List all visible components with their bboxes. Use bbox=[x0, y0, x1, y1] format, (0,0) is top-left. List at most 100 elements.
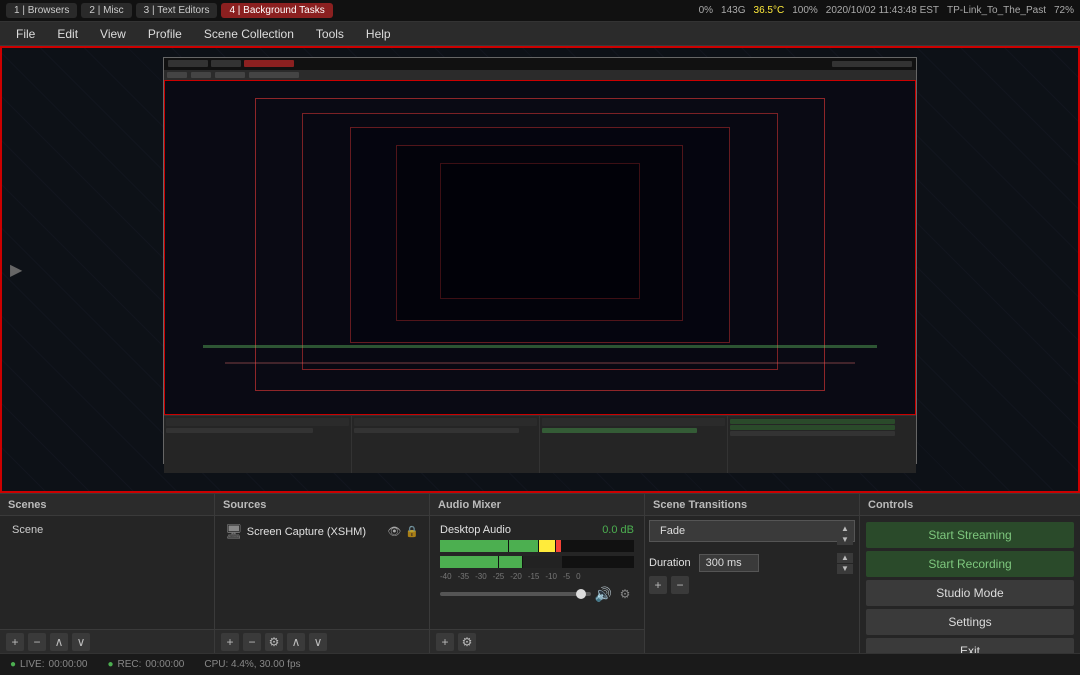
duration-down-button[interactable]: ▼ bbox=[837, 564, 853, 574]
mini-m1 bbox=[167, 72, 187, 78]
scene-item-1[interactable]: Scene bbox=[4, 520, 210, 540]
tab-browsers[interactable]: 1 | Browsers bbox=[6, 3, 77, 18]
meter-label-5: -5 bbox=[563, 572, 570, 581]
meter-label-40: -40 bbox=[440, 572, 452, 581]
start-recording-button[interactable]: Start Recording bbox=[866, 551, 1074, 577]
tab-text-editors[interactable]: 3 | Text Editors bbox=[136, 3, 218, 18]
mini-sources-p bbox=[352, 416, 540, 473]
datetime: 2020/10/02 11:43:48 EST bbox=[826, 5, 939, 16]
tab-misc[interactable]: 2 | Misc bbox=[81, 3, 131, 18]
duration-input[interactable] bbox=[699, 554, 759, 572]
mini-tab-2 bbox=[211, 60, 241, 67]
meter-empty bbox=[523, 556, 562, 568]
controls-panel: Controls Start Streaming Start Recording… bbox=[860, 494, 1080, 653]
scenes-toolbar: + − ∧ ∨ bbox=[0, 629, 214, 653]
memory-usage: 143G bbox=[721, 5, 745, 16]
eye-icon[interactable]: 👁 bbox=[387, 525, 401, 538]
transition-remove-button[interactable]: − bbox=[671, 576, 689, 594]
volume-slider-thumb[interactable] bbox=[576, 589, 586, 599]
menu-profile[interactable]: Profile bbox=[138, 24, 192, 44]
mute-button[interactable]: 🔊 bbox=[595, 586, 612, 603]
transition-add-button[interactable]: + bbox=[649, 576, 667, 594]
tab-background-tasks[interactable]: 4 | Background Tasks bbox=[221, 3, 332, 18]
sources-toolbar: + − ⚙ ∧ ∨ bbox=[215, 629, 429, 653]
meter-label-15: -15 bbox=[528, 572, 540, 581]
meter-green-2 bbox=[509, 540, 538, 552]
bottom-panels: Scenes Scene + − ∧ ∨ Sources 🖥 Screen Ca… bbox=[0, 493, 1080, 653]
sources-down-button[interactable]: ∨ bbox=[309, 633, 327, 651]
menu-view[interactable]: View bbox=[90, 24, 136, 44]
transition-arrows: ▲ ▼ bbox=[837, 524, 853, 545]
mini-bottompanels bbox=[164, 415, 915, 473]
meter-yellow bbox=[539, 540, 555, 552]
mini-sysinfo bbox=[832, 61, 912, 67]
transition-up-button[interactable]: ▲ bbox=[837, 524, 853, 534]
transition-select[interactable]: Fade Cut bbox=[649, 520, 855, 542]
audio-add-button[interactable]: + bbox=[436, 633, 454, 651]
start-streaming-button[interactable]: Start Streaming bbox=[866, 522, 1074, 548]
meter-label-10: -10 bbox=[545, 572, 557, 581]
duration-label: Duration bbox=[649, 557, 691, 569]
menu-help[interactable]: Help bbox=[356, 24, 401, 44]
rec-dot: ● bbox=[107, 659, 113, 670]
audio-settings-toolbar-button[interactable]: ⚙ bbox=[458, 633, 476, 651]
live-label: LIVE: bbox=[20, 659, 44, 670]
rec-status: ● REC: 00:00:00 bbox=[107, 659, 184, 670]
live-status: ● LIVE: 00:00:00 bbox=[10, 659, 87, 670]
audio-settings-button[interactable]: ⚙ bbox=[616, 585, 634, 603]
transition-controls-row: + − bbox=[649, 576, 855, 594]
sources-settings-button[interactable]: ⚙ bbox=[265, 633, 283, 651]
scenes-up-button[interactable]: ∧ bbox=[50, 633, 68, 651]
audio-track-name: Desktop Audio bbox=[440, 524, 511, 536]
mini-menubar bbox=[164, 70, 915, 80]
temperature: 36.5°C bbox=[754, 5, 785, 16]
menu-edit[interactable]: Edit bbox=[47, 24, 88, 44]
menu-file[interactable]: File bbox=[6, 24, 45, 44]
main-content: ▶ Scenes Scene + − ∧ ∨ Sources 🖥 S bbox=[0, 46, 1080, 675]
mini-scene-1 bbox=[166, 428, 312, 433]
mini-scenes-p bbox=[164, 416, 352, 473]
meter-label-30: -30 bbox=[475, 572, 487, 581]
menu-tools[interactable]: Tools bbox=[306, 24, 354, 44]
live-dot: ● bbox=[10, 659, 16, 670]
meter-label-20: -20 bbox=[510, 572, 522, 581]
transition-down-button[interactable]: ▼ bbox=[837, 535, 853, 545]
battery-level: 100% bbox=[792, 5, 818, 16]
sources-add-button[interactable]: + bbox=[221, 633, 239, 651]
scene-transitions-panel: Scene Transitions Fade Cut ▲ ▼ Duration bbox=[645, 494, 860, 653]
audio-mixer-header: Audio Mixer bbox=[430, 494, 644, 516]
status-bar: ● LIVE: 00:00:00 ● REC: 00:00:00 CPU: 4.… bbox=[0, 653, 1080, 675]
vu-meter bbox=[440, 540, 634, 552]
scenes-add-button[interactable]: + bbox=[6, 633, 24, 651]
menu-scene-collection[interactable]: Scene Collection bbox=[194, 24, 304, 44]
live-timer: 00:00:00 bbox=[49, 659, 88, 670]
lock-icon[interactable]: 🔒 bbox=[405, 525, 419, 538]
sources-up-button[interactable]: ∧ bbox=[287, 633, 305, 651]
mini-timeline-bar bbox=[203, 345, 877, 348]
scenes-content: Scene bbox=[0, 516, 214, 629]
settings-button[interactable]: Settings bbox=[866, 609, 1074, 635]
obs-recursive-preview: ▶ bbox=[2, 48, 1078, 491]
mini-preview bbox=[164, 80, 915, 416]
desktop-audio-track: Desktop Audio 0.0 dB bbox=[434, 520, 640, 607]
mini-m2 bbox=[191, 72, 211, 78]
sources-remove-button[interactable]: − bbox=[243, 633, 261, 651]
duration-up-button[interactable]: ▲ bbox=[837, 553, 853, 563]
sources-panel: Sources 🖥 Screen Capture (XSHM) 👁 🔒 + − … bbox=[215, 494, 430, 653]
mini-studio-btn bbox=[730, 431, 895, 436]
scenes-down-button[interactable]: ∨ bbox=[72, 633, 90, 651]
studio-mode-button[interactable]: Studio Mode bbox=[866, 580, 1074, 606]
preview-area: ▶ bbox=[0, 46, 1080, 493]
scenes-remove-button[interactable]: − bbox=[28, 633, 46, 651]
mini-rec-5 bbox=[440, 163, 640, 299]
mini-source-1 bbox=[354, 428, 519, 433]
controls-content: Start Streaming Start Recording Studio M… bbox=[860, 516, 1080, 653]
exit-button[interactable]: Exit bbox=[866, 638, 1074, 653]
mini-ctrl-p bbox=[728, 416, 916, 473]
mini-scenes-h bbox=[166, 418, 349, 426]
meter-label-0: 0 bbox=[576, 572, 580, 581]
system-bar: 1 | Browsers 2 | Misc 3 | Text Editors 4… bbox=[0, 0, 1080, 22]
source-item-1[interactable]: 🖥 Screen Capture (XSHM) 👁 🔒 bbox=[219, 520, 425, 543]
vu-meter-2 bbox=[440, 556, 634, 568]
volume-slider[interactable] bbox=[440, 592, 591, 596]
